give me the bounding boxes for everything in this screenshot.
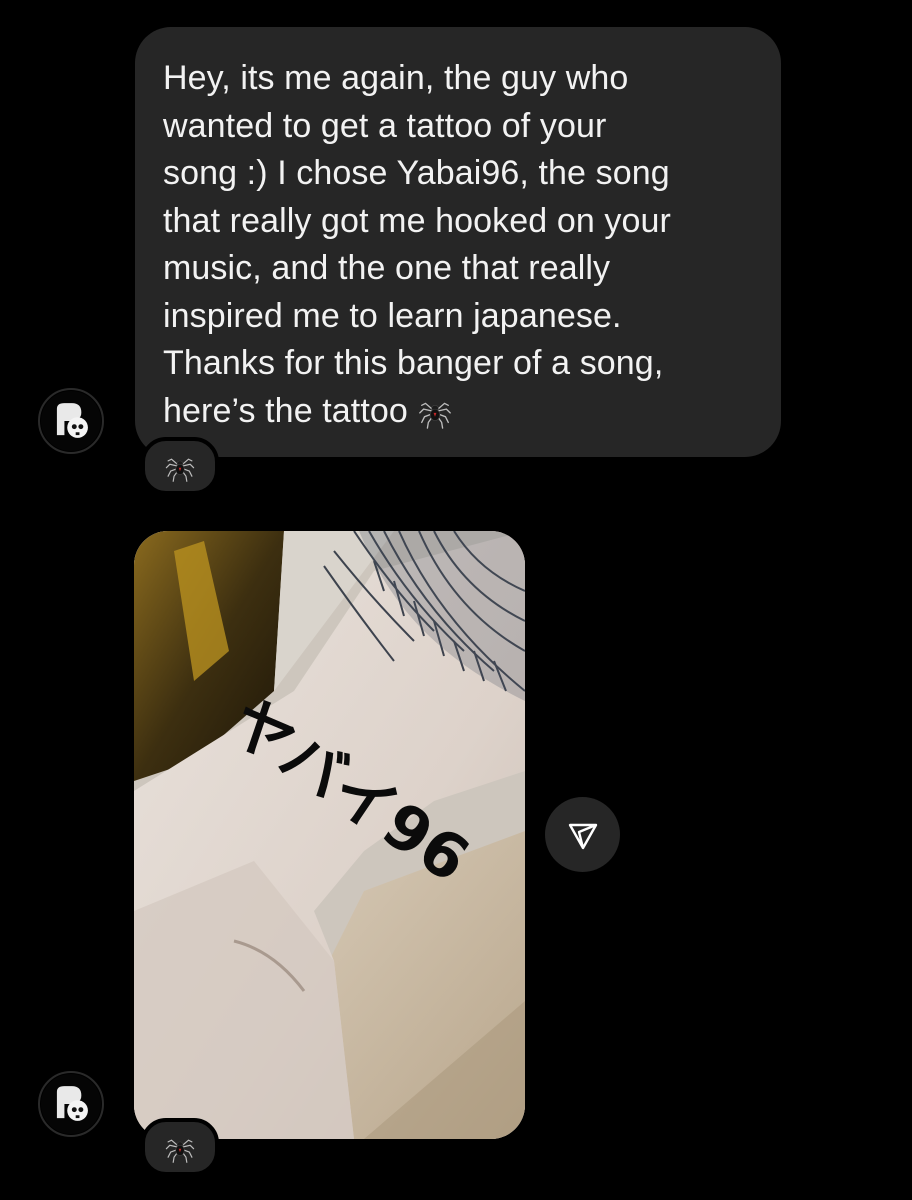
- share-button[interactable]: [545, 797, 620, 872]
- paper-plane-icon: [568, 823, 597, 849]
- photo-message[interactable]: ヤバイ96: [134, 531, 525, 1139]
- sender-avatar[interactable]: [38, 1071, 104, 1137]
- message-reaction[interactable]: [141, 437, 219, 495]
- skull-avatar-icon: [40, 390, 102, 452]
- message-bubble[interactable]: Hey, its me again, the guy who wanted to…: [135, 27, 781, 457]
- photo-reaction[interactable]: [141, 1118, 219, 1176]
- tattoo-photo: ヤバイ96: [134, 531, 525, 1139]
- spider-emoji-icon: [165, 458, 195, 482]
- sender-avatar[interactable]: [38, 388, 104, 454]
- dm-thread: Hey, its me again, the guy who wanted to…: [0, 0, 912, 1200]
- spider-emoji-icon: [165, 1139, 195, 1163]
- spider-emoji-icon: [416, 392, 454, 430]
- message-text: Hey, its me again, the guy who wanted to…: [163, 59, 671, 430]
- skull-avatar-icon: [40, 1073, 102, 1135]
